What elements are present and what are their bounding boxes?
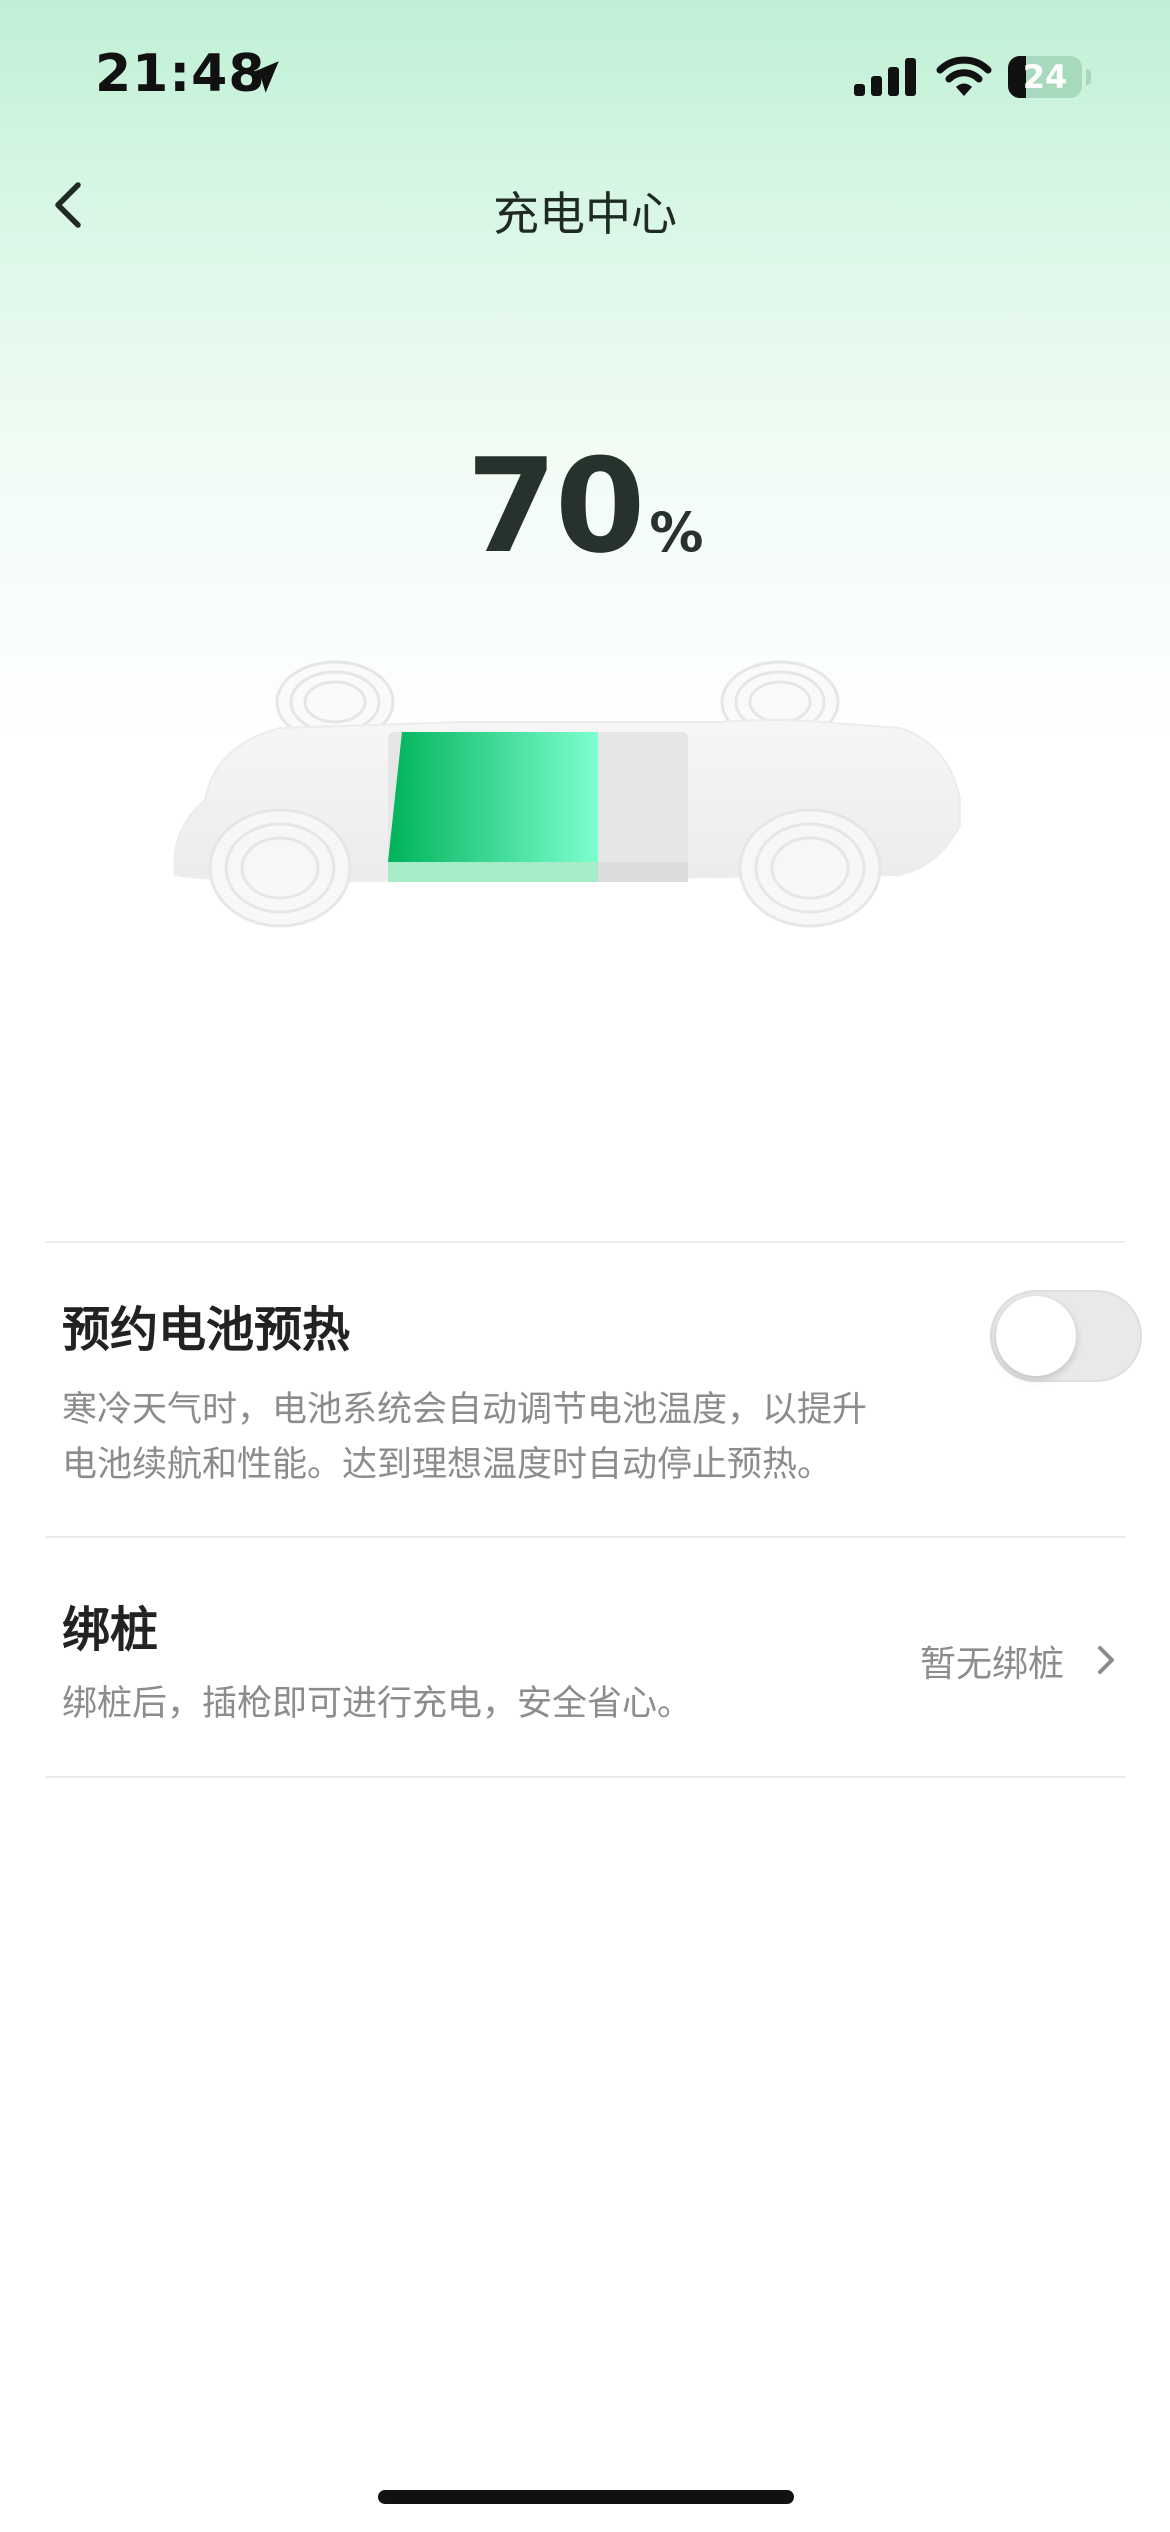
location-arrow-icon: [247, 61, 279, 93]
wheel-front-right: [738, 808, 882, 928]
preheat-description-line1: 寒冷天气时，电池系统会自动调节电池温度，以提升: [62, 1390, 868, 1430]
battery-percentage-unit: %: [649, 501, 704, 564]
car-battery-illustration: [173, 660, 961, 928]
cellular-signal-icon: [854, 58, 916, 96]
bind-pile-status[interactable]: 暂无绑桩: [920, 1635, 1064, 1687]
wifi-icon: [936, 56, 992, 96]
preheat-description-line2: 电池续航和性能。达到理想温度时自动停止预热。: [62, 1445, 833, 1485]
bind-pile-description: 绑桩后，插枪即可进行充电，安全省心。: [62, 1684, 693, 1724]
bind-pile-title: 绑桩: [62, 1602, 159, 1658]
battery-status-level: 24: [1022, 58, 1068, 96]
toggle-knob: [996, 1296, 1076, 1376]
divider: [45, 1776, 1125, 1778]
battery-status-icon: 24: [1008, 56, 1091, 98]
home-indicator: [378, 2490, 794, 2504]
battery-percentage: 70%: [0, 430, 1170, 582]
battery-percentage-value: 70: [466, 430, 645, 582]
battery-pack-fill-base: [388, 862, 598, 882]
chevron-right-icon: [1098, 1646, 1114, 1674]
status-time: 21:48: [95, 44, 266, 104]
preheat-toggle[interactable]: [990, 1290, 1142, 1382]
wheel-front-left: [208, 808, 352, 928]
divider: [45, 1241, 1125, 1243]
battery-pack-fill: [388, 732, 598, 862]
divider: [45, 1536, 1125, 1538]
status-bar: 21:48 24: [0, 0, 1170, 150]
page-title: 充电中心: [493, 187, 677, 241]
preheat-title: 预约电池预热: [62, 1302, 351, 1358]
